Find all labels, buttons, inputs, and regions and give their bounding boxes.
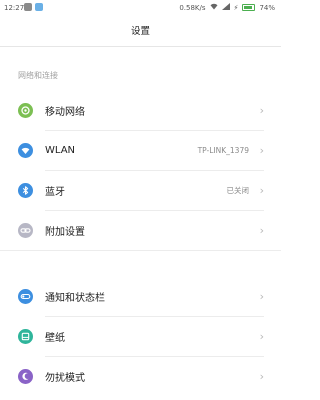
notification-toggle-icon bbox=[18, 288, 33, 304]
notification-app-icon bbox=[35, 3, 43, 11]
chevron-right-icon: › bbox=[259, 223, 264, 237]
wallpaper-icon bbox=[18, 328, 33, 344]
signal-icon bbox=[221, 3, 230, 12]
chevron-right-icon: › bbox=[259, 103, 264, 117]
battery-percent: 74% bbox=[259, 3, 275, 12]
settings-item-label: 移动网络 bbox=[45, 106, 85, 118]
chevron-right-icon: › bbox=[259, 369, 264, 383]
bluetooth-status: 已关闭 bbox=[226, 185, 250, 195]
settings-item-label: WLAN bbox=[45, 144, 76, 156]
status-time: 12:27 bbox=[4, 4, 25, 12]
bluetooth-icon bbox=[18, 182, 33, 198]
settings-item-additional[interactable]: 附加设置 › bbox=[0, 210, 281, 250]
notification-app-icon bbox=[24, 3, 32, 11]
mobile-network-icon bbox=[18, 102, 33, 118]
chevron-right-icon: › bbox=[259, 329, 264, 343]
section-divider bbox=[0, 250, 281, 251]
settings-item-label: 通知和状态栏 bbox=[45, 292, 105, 304]
settings-item-wlan[interactable]: WLAN TP-LINK_1379 › bbox=[0, 130, 281, 170]
battery-icon bbox=[242, 4, 256, 11]
charging-icon: ⚡ bbox=[233, 3, 239, 12]
settings-item-label: 蓝牙 bbox=[45, 186, 65, 198]
network-speed: 0.58K/s bbox=[179, 3, 206, 12]
chevron-right-icon: › bbox=[259, 143, 264, 157]
page-title: 设置 bbox=[0, 17, 281, 47]
chevron-right-icon: › bbox=[259, 289, 264, 303]
chevron-right-icon: › bbox=[259, 183, 264, 197]
moon-icon bbox=[18, 368, 33, 384]
settings-item-label: 壁纸 bbox=[45, 332, 65, 344]
status-bar: 12:27 0.58K/s ⚡ 74% bbox=[0, 0, 281, 17]
status-right: 0.58K/s ⚡ 74% bbox=[179, 3, 275, 12]
section-header: 网络和连接 bbox=[18, 71, 58, 80]
link-icon bbox=[18, 222, 33, 238]
settings-item-bluetooth[interactable]: 蓝牙 已关闭 › bbox=[0, 170, 281, 210]
settings-item-notifications[interactable]: 通知和状态栏 › bbox=[0, 276, 281, 316]
wifi-network-name: TP-LINK_1379 bbox=[197, 145, 249, 155]
wifi-icon bbox=[18, 142, 33, 158]
settings-item-mobile-network[interactable]: 移动网络 › bbox=[0, 90, 281, 130]
wifi-status-icon bbox=[210, 3, 218, 12]
settings-item-wallpaper[interactable]: 壁纸 › bbox=[0, 316, 281, 356]
settings-item-label: 附加设置 bbox=[45, 226, 85, 238]
settings-item-label: 勿扰模式 bbox=[45, 372, 85, 384]
settings-item-do-not-disturb[interactable]: 勿扰模式 › bbox=[0, 356, 281, 396]
